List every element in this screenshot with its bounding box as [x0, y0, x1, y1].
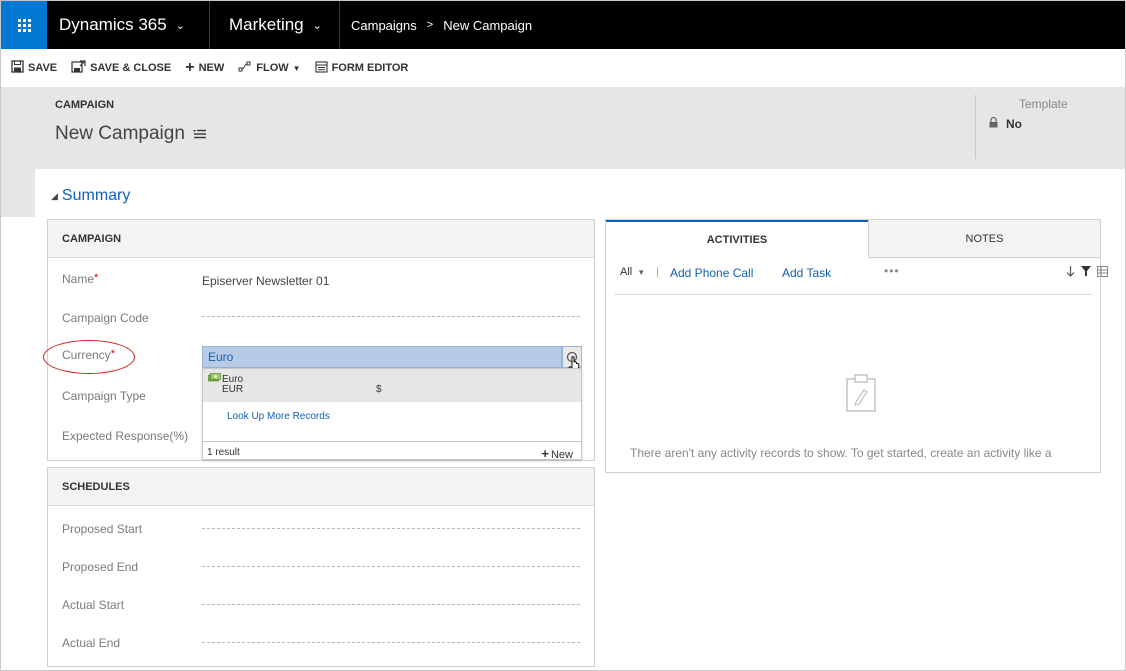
- actual-end-label: Actual End: [62, 636, 121, 650]
- menu-icon[interactable]: [192, 126, 207, 142]
- currency-value: Euro: [208, 350, 234, 364]
- lookup-result-item[interactable]: Euro EUR $: [203, 369, 581, 402]
- app-window: Dynamics 365 ⌄ Marketing ⌄ Campaigns > N…: [0, 0, 1126, 671]
- lookup-new-label: New: [550, 449, 573, 461]
- plus-icon: +: [541, 446, 549, 461]
- name-label-text: Name: [62, 272, 95, 286]
- tab-activities[interactable]: ACTIVITIES: [606, 220, 868, 258]
- currency-icon: [208, 373, 221, 386]
- actual-end-input[interactable]: [202, 642, 580, 643]
- lookup-dropdown: Euro EUR $ Look Up More Records 1 result…: [202, 368, 582, 461]
- lookup-footer: 1 result + New: [203, 441, 581, 461]
- name-field-label: Name*: [62, 272, 98, 286]
- collapse-triangle-icon: ◢: [51, 190, 58, 201]
- save-button[interactable]: SAVE: [11, 60, 57, 76]
- more-options-icon[interactable]: •••: [884, 264, 900, 278]
- proposed-start-input[interactable]: [202, 528, 580, 529]
- result-code: EUR: [222, 384, 244, 395]
- chevron-down-icon: ▼: [637, 268, 646, 277]
- actual-start-label: Actual Start: [62, 598, 125, 612]
- name-field-value[interactable]: Episerver Newsletter 01: [202, 274, 329, 288]
- result-count: 1 result: [207, 447, 240, 458]
- proposed-end-input[interactable]: [202, 566, 580, 567]
- save-icon: [11, 60, 24, 76]
- add-phone-call-link[interactable]: Add Phone Call: [670, 266, 753, 280]
- required-marker: *: [94, 272, 99, 284]
- sort-icon[interactable]: [1066, 266, 1075, 280]
- nav-divider: [209, 1, 210, 49]
- campaign-panel-heading: CAMPAIGN: [48, 220, 594, 258]
- lookup-new-button[interactable]: + New: [541, 446, 573, 461]
- template-label: Template: [1019, 97, 1068, 111]
- flow-button[interactable]: FLOW ▼: [238, 61, 301, 76]
- chevron-right-icon: >: [426, 19, 434, 31]
- activity-filter-dropdown[interactable]: All ▼: [620, 266, 645, 278]
- area-switcher[interactable]: Marketing ⌄: [229, 1, 322, 49]
- plus-icon: +: [185, 59, 195, 76]
- template-value: No: [1006, 117, 1022, 131]
- activities-panel: ACTIVITIES NOTES All ▼ | Add Phone Call A…: [605, 219, 1108, 473]
- breadcrumb: Campaigns > New Campaign: [351, 1, 532, 49]
- save-close-button[interactable]: SAVE & CLOSE: [71, 60, 171, 76]
- section-title: Summary: [61, 187, 131, 204]
- breadcrumb-new-campaign: New Campaign: [443, 17, 533, 33]
- command-bar: SAVE SAVE & CLOSE + NEW FLOW ▼ FORM EDIT…: [1, 49, 1125, 87]
- grid-view-icon[interactable]: [1097, 266, 1108, 280]
- chevron-down-icon: ⌄: [312, 19, 322, 32]
- dropdown-arrow-icon: ▼: [292, 63, 301, 73]
- form-header: CAMPAIGN New Campaign Template No: [1, 87, 1125, 169]
- tab-notes[interactable]: NOTES: [868, 220, 1100, 258]
- campaign-code-input[interactable]: [202, 316, 580, 317]
- area-title: Marketing: [229, 15, 304, 34]
- campaign-code-label: Campaign Code: [62, 311, 149, 325]
- expected-response-label: Expected Response(%): [62, 429, 189, 443]
- top-navigation: Dynamics 365 ⌄ Marketing ⌄ Campaigns > N…: [1, 1, 1125, 49]
- proposed-end-label: Proposed End: [62, 560, 139, 574]
- filter-icon[interactable]: [1081, 266, 1091, 280]
- flow-label: FLOW: [256, 62, 289, 74]
- new-label: NEW: [198, 62, 225, 74]
- save-close-icon: [71, 60, 86, 76]
- toolbar-separator: |: [656, 266, 659, 278]
- clipboard-icon: [846, 374, 876, 417]
- template-field: No: [989, 116, 1022, 131]
- proposed-start-label: Proposed Start: [62, 522, 143, 536]
- add-task-link[interactable]: Add Task: [782, 266, 831, 280]
- form-editor-label: FORM EDITOR: [331, 62, 409, 74]
- nav-divider: [339, 1, 340, 49]
- breadcrumb-campaigns[interactable]: Campaigns: [351, 18, 417, 33]
- chevron-down-icon: ⌄: [175, 19, 185, 32]
- highlight-annotation: [43, 340, 135, 374]
- new-button[interactable]: + NEW: [185, 59, 224, 77]
- schedules-panel-heading: SCHEDULES: [48, 468, 594, 506]
- record-title: New Campaign: [55, 123, 185, 144]
- currency-lookup-input[interactable]: Euro: [202, 346, 562, 368]
- save-close-label: SAVE & CLOSE: [90, 62, 172, 74]
- header-divider: [975, 95, 976, 159]
- campaign-type-label: Campaign Type: [62, 389, 146, 403]
- flow-icon: [238, 61, 252, 76]
- result-symbol: $: [376, 384, 382, 395]
- toolbar-divider: [614, 294, 1092, 295]
- form-editor-button[interactable]: FORM EDITOR: [315, 60, 409, 76]
- filter-value: All: [620, 266, 633, 278]
- actual-start-input[interactable]: [202, 604, 580, 605]
- form-editor-icon: [315, 60, 328, 76]
- lock-icon: [989, 116, 998, 131]
- save-label: SAVE: [28, 62, 58, 74]
- schedules-panel: SCHEDULES Proposed Start Proposed End Ac…: [47, 467, 595, 667]
- empty-state-message: There aren't any activity records to sho…: [630, 446, 1052, 460]
- section-summary[interactable]: ◢ Summary: [51, 187, 130, 205]
- waffle-icon[interactable]: [1, 1, 47, 49]
- left-gutter: [1, 169, 35, 217]
- entity-name: CAMPAIGN: [55, 99, 115, 111]
- page-title: New Campaign: [55, 123, 207, 145]
- app-title: Dynamics 365: [59, 15, 167, 34]
- app-switcher[interactable]: Dynamics 365 ⌄: [59, 1, 185, 49]
- look-up-more-records-link[interactable]: Look Up More Records: [227, 411, 330, 422]
